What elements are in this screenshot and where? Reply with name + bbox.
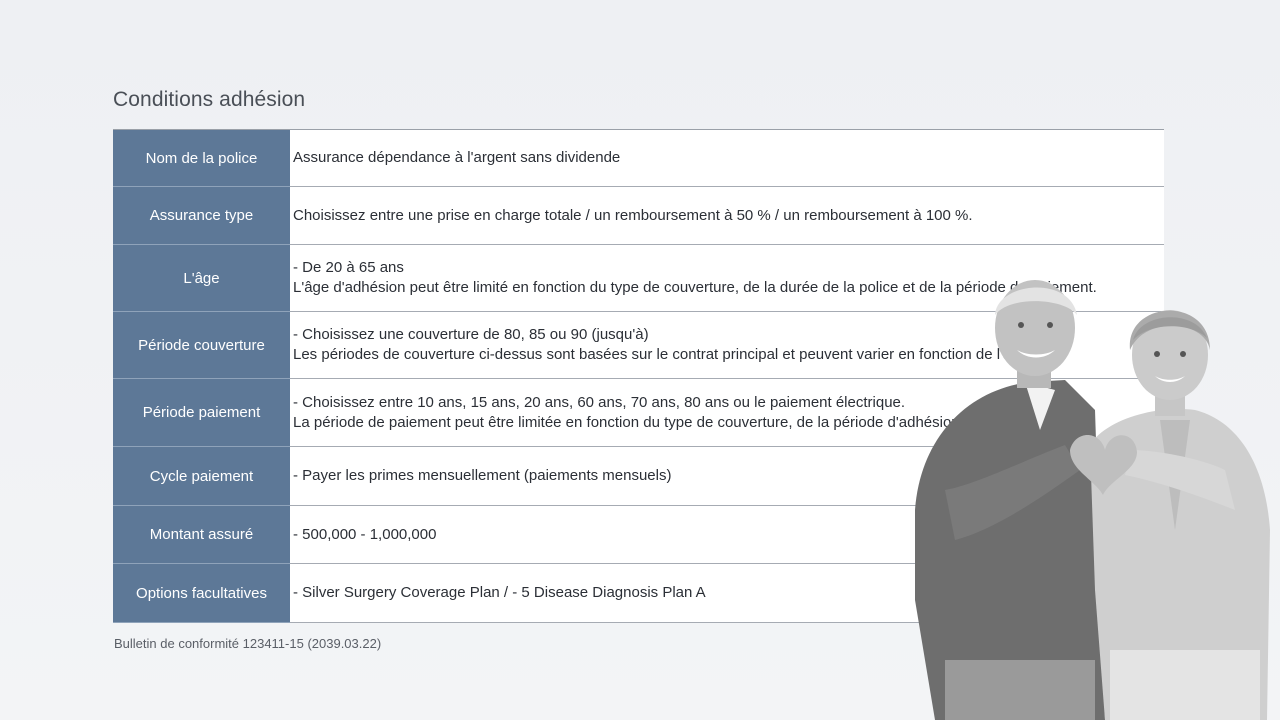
- row-label-payment-period: Période paiement: [113, 378, 290, 447]
- page-title: Conditions adhésion: [113, 88, 306, 111]
- row-label-optional-options: Options facultatives: [113, 563, 290, 623]
- compliance-footnote: Bulletin de conformité 123411-15 (2039.0…: [114, 636, 382, 651]
- row-label-coverage-period: Période couverture: [113, 311, 290, 379]
- elderly-couple-photo: [915, 280, 1270, 720]
- row-label-payment-cycle: Cycle paiement: [113, 446, 290, 506]
- row-label-age: L'âge: [113, 244, 290, 312]
- row-label-insurance-type: Assurance type: [113, 186, 290, 245]
- row-label-policy-name: Nom de la police: [113, 129, 290, 187]
- value-line: Choisissez entre une prise en charge tot…: [293, 206, 973, 224]
- table-row: Nom de la police Assurance dépendance à …: [113, 129, 1164, 187]
- row-value-policy-name: Assurance dépendance à l'argent sans div…: [290, 129, 1164, 187]
- row-label-insured-amount: Montant assuré: [113, 505, 290, 564]
- table-row: Assurance type Choisissez entre une pris…: [113, 186, 1164, 245]
- row-value-insurance-type: Choisissez entre une prise en charge tot…: [290, 186, 1164, 245]
- value-line: Assurance dépendance à l'argent sans div…: [293, 149, 621, 166]
